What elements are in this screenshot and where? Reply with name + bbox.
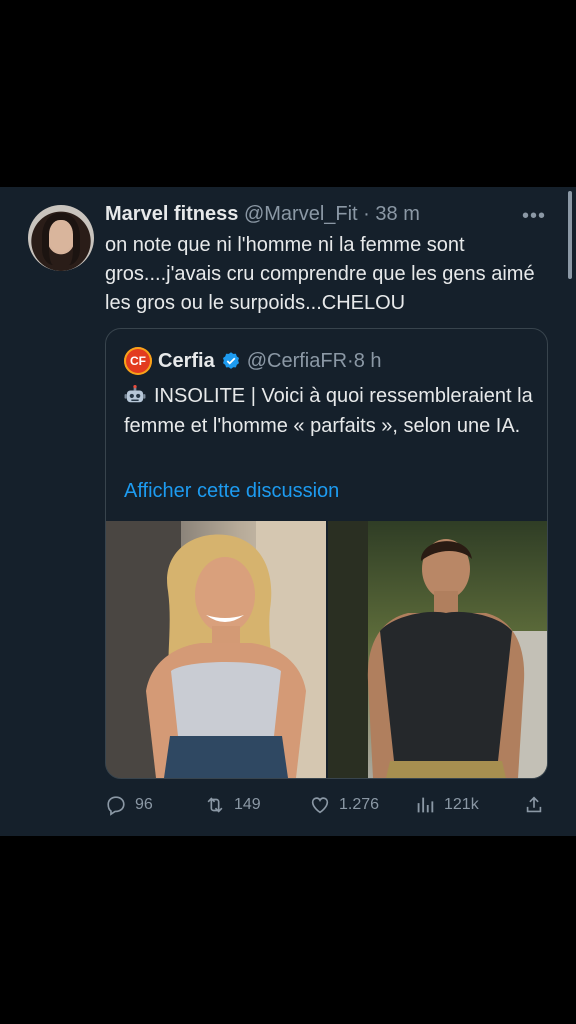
- quote-handle[interactable]: @CerfiaFR: [247, 348, 347, 374]
- quote-text: INSOLITE | Voici à quoi ressembleraient …: [124, 385, 533, 437]
- author-name[interactable]: Marvel fitness: [105, 203, 238, 225]
- like-button[interactable]: 1.276: [309, 791, 379, 819]
- action-bar: 96 149 1.276 121k: [105, 791, 550, 819]
- views-icon: [417, 797, 434, 813]
- man-photo[interactable]: [328, 521, 547, 778]
- quote-text-container: INSOLITE | Voici à quoi ressembleraient …: [124, 381, 534, 441]
- share-button[interactable]: [523, 791, 553, 819]
- tweet-header: Marvel fitness @Marvel_Fit · 38 m: [105, 201, 420, 227]
- share-icon: [526, 796, 542, 813]
- like-icon: [311, 797, 329, 814]
- scrollbar[interactable]: [568, 191, 572, 279]
- quote-author-name[interactable]: Cerfia: [158, 348, 215, 374]
- reply-count: 96: [135, 796, 153, 813]
- like-count: 1.276: [339, 796, 380, 813]
- view-count: 121k: [444, 796, 479, 813]
- retweet-button[interactable]: 149: [204, 791, 261, 819]
- more-icon[interactable]: •••: [522, 205, 546, 228]
- avatar[interactable]: [28, 205, 94, 271]
- separator-dot: ·: [363, 203, 370, 225]
- quoted-tweet[interactable]: CF Cerfia @CerfiaFR · 8 h INSOLITE | Voi…: [105, 328, 548, 779]
- tweet-text: on note que ni l'homme ni la femme sont …: [105, 234, 535, 314]
- robot-icon: [124, 385, 146, 403]
- woman-photo[interactable]: [106, 521, 326, 778]
- author-handle[interactable]: @Marvel_Fit: [244, 203, 358, 225]
- quote-separator: ·: [347, 350, 354, 372]
- retweet-icon: [207, 797, 223, 813]
- quote-header: CF Cerfia @CerfiaFR · 8 h: [124, 347, 382, 375]
- retweet-count: 149: [234, 796, 261, 813]
- man-image: [328, 521, 547, 778]
- show-thread-link[interactable]: Afficher cette discussion: [124, 478, 339, 504]
- quote-time[interactable]: 8 h: [354, 348, 382, 374]
- tweet-card[interactable]: Marvel fitness @Marvel_Fit · 38 m ••• on…: [0, 187, 576, 836]
- views-button[interactable]: 121k: [414, 791, 479, 819]
- verified-icon: [222, 352, 239, 369]
- avatar-face: [49, 220, 73, 252]
- reply-icon: [107, 796, 125, 816]
- cerfia-logo[interactable]: CF: [124, 347, 152, 375]
- woman-image: [106, 521, 326, 778]
- reply-button[interactable]: 96: [105, 791, 153, 819]
- tweet-time[interactable]: 38 m: [375, 203, 419, 225]
